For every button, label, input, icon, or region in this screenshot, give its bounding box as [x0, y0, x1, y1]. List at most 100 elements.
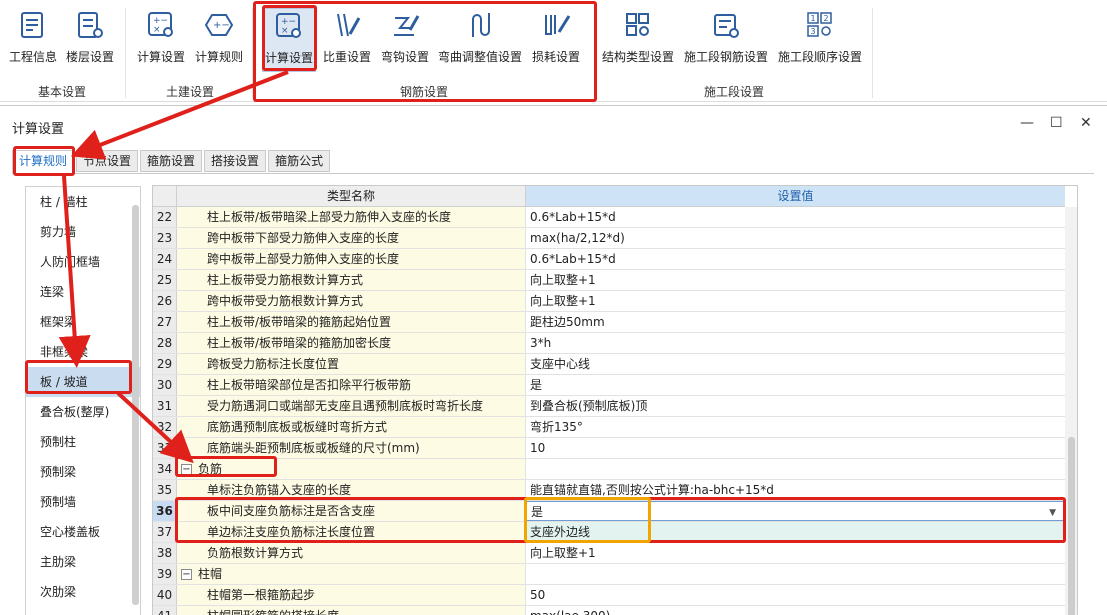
- segment-order-button[interactable]: 123 施工段顺序设置: [776, 8, 864, 70]
- table-row[interactable]: 40 柱帽第一根箍筋起步 50: [153, 585, 1065, 606]
- value-text: 向上取整+1: [530, 273, 596, 287]
- row-value-cell[interactable]: max(lae,300): [526, 606, 1065, 615]
- floor-settings-button[interactable]: 楼层设置: [63, 8, 117, 70]
- row-value-cell[interactable]: 到叠合板(预制底板)顶: [526, 396, 1065, 416]
- table-row[interactable]: 26 跨中板带受力筋根数计算方式 向上取整+1: [153, 291, 1065, 312]
- table-row[interactable]: 32 底筋遇预制底板或板缝时弯折方式 弯折135°: [153, 417, 1065, 438]
- row-value-cell[interactable]: 50: [526, 585, 1065, 605]
- table-row[interactable]: 30 柱上板带暗梁部位是否扣除平行板带筋是: [153, 375, 1065, 396]
- segment-rebar-label: 施工段钢筋设置: [683, 50, 768, 64]
- bend-adjust-button[interactable]: 弯曲调整值设置: [437, 8, 523, 70]
- row-value-cell[interactable]: [526, 459, 1065, 479]
- table-row[interactable]: 35 单标注负筋锚入支座的长度 能直锚就直锚,否则按公式计算:ha-bhc+15*d: [153, 480, 1065, 501]
- list-item[interactable]: 主肋梁: [26, 547, 140, 577]
- list-item[interactable]: 预制柱: [26, 427, 140, 457]
- list-item[interactable]: 柱 / 墙柱: [26, 187, 140, 217]
- list-item[interactable]: 剪力墙: [26, 217, 140, 247]
- project-info-button[interactable]: 工程信息: [6, 8, 60, 70]
- group-row[interactable]: 39− 柱帽: [153, 564, 1065, 585]
- rebar-calc-settings-button[interactable]: +− × 计算设置: [262, 8, 316, 72]
- row-value-cell[interactable]: [526, 564, 1065, 584]
- row-number: 31: [153, 396, 177, 416]
- row-value-cell[interactable]: 向上取整+1: [526, 291, 1065, 311]
- tab-node-settings[interactable]: 节点设置: [76, 150, 139, 172]
- chevron-down-icon[interactable]: ▼: [1049, 503, 1056, 520]
- civil-calc-settings-button[interactable]: +− × 计算设置: [134, 8, 188, 70]
- row-value-cell[interactable]: 向上取整+1: [526, 543, 1065, 563]
- svg-text:×: ×: [153, 25, 161, 35]
- hook-settings-label: 弯钩设置: [380, 50, 429, 64]
- value-dropdown[interactable]: 是 ▼: [526, 501, 1065, 521]
- row-name-cell: 柱上板带/板带暗梁的箍筋加密长度: [177, 333, 526, 353]
- group-row[interactable]: 34− 负筋: [153, 459, 1065, 480]
- bend-adjust-icon: [463, 8, 497, 42]
- row-value-cell[interactable]: max(ha/2,12*d): [526, 228, 1065, 248]
- list-scrollbar[interactable]: [132, 205, 139, 605]
- list-item[interactable]: 非框架梁: [26, 337, 140, 367]
- row-value-cell[interactable]: 0.6*Lab+15*d: [526, 207, 1065, 227]
- collapse-icon[interactable]: −: [181, 568, 192, 580]
- structure-type-button[interactable]: 结构类型设置: [601, 8, 675, 70]
- table-row[interactable]: 24 跨中板带上部受力筋伸入支座的长度 0.6*Lab+15*d: [153, 249, 1065, 270]
- table-row[interactable]: 25 柱上板带受力筋根数计算方式 向上取整+1: [153, 270, 1065, 291]
- table-row[interactable]: 37 单边标注支座负筋标注长度位置 支座外边线: [153, 522, 1065, 543]
- tab-calc-rules[interactable]: 计算规则: [12, 150, 75, 174]
- row-value-cell[interactable]: 3*h: [526, 333, 1065, 353]
- row-value-cell[interactable]: 能直锚就直锚,否则按公式计算:ha-bhc+15*d: [526, 480, 1065, 500]
- table-row[interactable]: 36 板中间支座负筋标注是否含支座是 ▼: [153, 501, 1065, 522]
- row-name-cell: 底筋端头距预制底板或板缝的尺寸(mm): [177, 438, 526, 458]
- segment-rebar-button[interactable]: 施工段钢筋设置: [683, 8, 769, 70]
- row-value-cell[interactable]: 10: [526, 438, 1065, 458]
- row-value-cell[interactable]: 向上取整+1: [526, 270, 1065, 290]
- segment-order-label: 施工段顺序设置: [777, 50, 862, 64]
- density-settings-button[interactable]: 比重设置: [320, 8, 374, 70]
- table-row[interactable]: 28 柱上板带/板带暗梁的箍筋加密长度 3*h: [153, 333, 1065, 354]
- tab-stirrup-formula[interactable]: 箍筋公式: [268, 150, 331, 172]
- value-text: 弯折135°: [530, 420, 583, 434]
- scrollbar-thumb[interactable]: [1068, 437, 1075, 615]
- row-value-cell[interactable]: 支座外边线: [526, 522, 1065, 542]
- list-item[interactable]: 空心楼盖板: [26, 517, 140, 547]
- table-row[interactable]: 23 跨中板带下部受力筋伸入支座的长度 max(ha/2,12*d): [153, 228, 1065, 249]
- table-row[interactable]: 33 底筋端头距预制底板或板缝的尺寸(mm) 10: [153, 438, 1065, 459]
- row-number: 22: [153, 207, 177, 227]
- table-row[interactable]: 41柱帽圆形箍筋的搭接长度 max(lae,300): [153, 606, 1065, 615]
- tab-lap-settings[interactable]: 搭接设置: [204, 150, 267, 172]
- row-name-cell: 单标注负筋锚入支座的长度: [177, 480, 526, 500]
- list-item[interactable]: 次肋梁: [26, 577, 140, 607]
- value-text: 到叠合板(预制底板)顶: [530, 399, 648, 413]
- table-row[interactable]: 27 柱上板带/板带暗梁的箍筋起始位置 距柱边50mm: [153, 312, 1065, 333]
- tab-stirrup-settings[interactable]: 箍筋设置: [140, 150, 203, 172]
- maximize-button[interactable]: ☐: [1050, 115, 1063, 131]
- minimize-button[interactable]: —: [1020, 115, 1034, 131]
- value-text: 10: [530, 441, 546, 455]
- list-item[interactable]: 人防门框墙: [26, 247, 140, 277]
- hook-settings-icon: [388, 8, 422, 42]
- list-item-selected[interactable]: 板 / 坡道: [26, 367, 140, 397]
- hook-settings-button[interactable]: 弯钩设置: [378, 8, 432, 70]
- floor-settings-label: 楼层设置: [65, 50, 114, 64]
- table-row[interactable]: 38 负筋根数计算方式 向上取整+1: [153, 543, 1065, 564]
- group-title: 柱帽: [198, 567, 223, 581]
- row-value-cell[interactable]: 是: [526, 375, 1065, 395]
- grid-header: 类型名称 设置值: [153, 186, 1065, 207]
- table-row[interactable]: 31 受力筋遇洞口或端部无支座且遇预制底板时弯折长度 到叠合板(预制底板)顶: [153, 396, 1065, 417]
- close-button[interactable]: ✕: [1080, 115, 1092, 131]
- row-value-cell[interactable]: 弯折135°: [526, 417, 1065, 437]
- calc-rules-button[interactable]: +− 计算规则: [192, 8, 246, 70]
- list-item[interactable]: 连梁: [26, 277, 140, 307]
- row-value-cell[interactable]: 支座中心线: [526, 354, 1065, 374]
- row-value-cell[interactable]: 距柱边50mm: [526, 312, 1065, 332]
- row-number: 38: [153, 543, 177, 563]
- list-item[interactable]: 框架梁: [26, 307, 140, 337]
- table-row[interactable]: 22 柱上板带/板带暗梁上部受力筋伸入支座的长度 0.6*Lab+15*d: [153, 207, 1065, 228]
- list-item[interactable]: 预制墙: [26, 487, 140, 517]
- table-row[interactable]: 29 跨板受力筋标注长度位置 支座中心线: [153, 354, 1065, 375]
- list-item[interactable]: 叠合板(整厚): [26, 397, 140, 427]
- grid-scrollbar[interactable]: [1065, 207, 1077, 615]
- loss-settings-button[interactable]: 损耗设置: [528, 8, 584, 70]
- row-value-cell[interactable]: 0.6*Lab+15*d: [526, 249, 1065, 269]
- list-item[interactable]: 预制梁: [26, 457, 140, 487]
- row-number: 36: [153, 501, 177, 521]
- collapse-icon[interactable]: −: [181, 463, 192, 475]
